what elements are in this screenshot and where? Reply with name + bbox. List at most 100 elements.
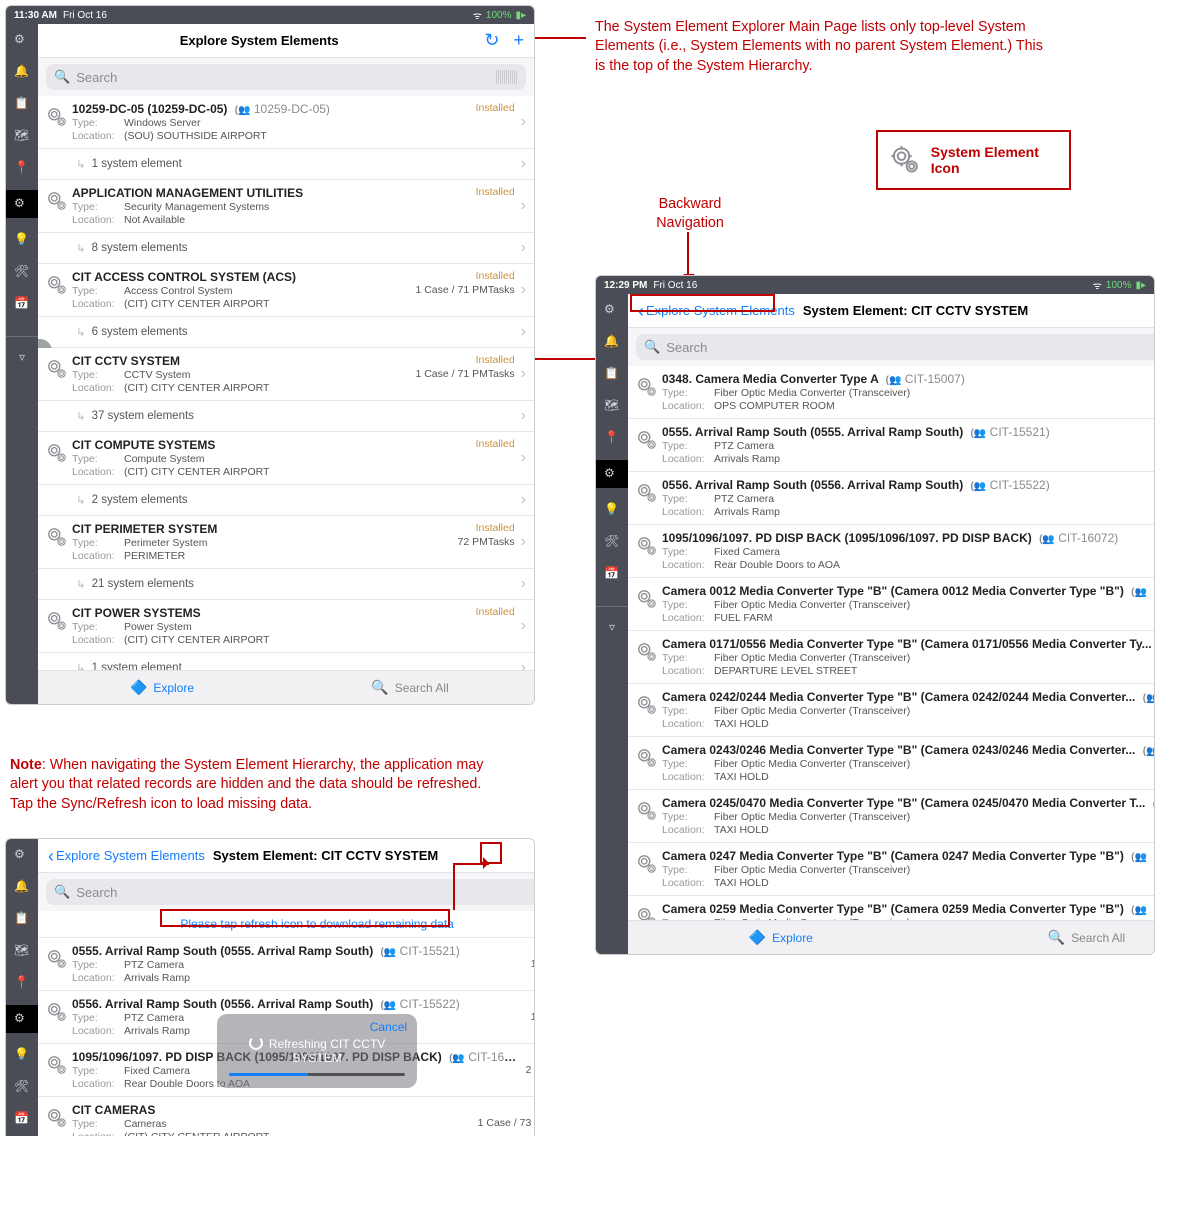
gears-icon [632, 425, 662, 451]
back-button[interactable]: ‹Explore System Elements [48, 847, 205, 865]
child-elements-row[interactable]: ↳ 6 system elements › [38, 317, 534, 348]
map-icon[interactable]: 🗺 [12, 126, 32, 146]
child-elements-row[interactable]: ↳ 21 system elements › [38, 569, 534, 600]
calendar-icon[interactable]: 📅 [12, 294, 32, 314]
list-item[interactable]: Camera 0247 Media Converter Type "B" (Ca… [628, 843, 1155, 896]
hook-icon: ↳ [76, 157, 86, 171]
clipboard-icon[interactable]: 📋 [12, 909, 32, 929]
list-item[interactable]: 0555. Arrival Ramp South (0555. Arrival … [38, 938, 535, 991]
map-icon[interactable]: 🗺 [12, 941, 32, 961]
list-item[interactable]: 10259-DC-05 (10259-DC-05) (👥 10259-DC-05… [38, 96, 534, 149]
gear-icon[interactable]: ⚙ [12, 845, 32, 865]
item-code: CIT-16072) [1058, 531, 1118, 545]
search-all-button[interactable]: 🔍Search All [934, 929, 1155, 946]
clipboard-icon[interactable]: 📋 [12, 94, 32, 114]
item-type: Access Control System [124, 285, 409, 297]
gears-icon [632, 796, 662, 822]
gears-icon [632, 531, 662, 557]
child-elements-row[interactable]: ↳ 37 system elements › [38, 401, 534, 432]
item-location: Arrivals Ramp [124, 972, 525, 984]
chevron-right-icon: › [521, 659, 526, 670]
list-item[interactable]: 0556. Arrival Ramp South (0556. Arrival … [628, 472, 1155, 525]
bell-icon[interactable]: 🔔 [12, 62, 32, 82]
status-badge: Installed [476, 606, 515, 618]
bulb-icon[interactable]: 💡 [12, 230, 32, 250]
pin-icon[interactable]: 📍 [12, 973, 32, 993]
item-location: (SOU) SOUTHSIDE AIRPORT [124, 130, 470, 142]
barcode-icon[interactable] [496, 70, 518, 84]
cancel-button[interactable]: Cancel [370, 1020, 407, 1034]
battery-icon: ▮▸ [515, 10, 526, 21]
item-type: Perimeter System [124, 537, 451, 549]
funnel-icon[interactable]: ▿ [12, 347, 32, 367]
item-title: Camera 0012 Media Converter Type "B" (Ca… [662, 584, 1155, 598]
list-item[interactable]: 0348. Camera Media Converter Type A (👥 C… [628, 366, 1155, 419]
search-all-button[interactable]: 🔍Search All [286, 679, 534, 696]
gears-icon[interactable]: ⚙ [596, 460, 628, 488]
legend-system-element-icon: System Element Icon [876, 130, 1071, 190]
status-badge: Installed [476, 354, 515, 366]
gear-icon[interactable]: ⚙ [602, 300, 622, 320]
child-elements-row[interactable]: ↳ 1 system element › [38, 149, 534, 180]
clipboard-icon[interactable]: 📋 [602, 364, 622, 384]
list-item[interactable]: Camera 0012 Media Converter Type "B" (Ca… [628, 578, 1155, 631]
list-item[interactable]: APPLICATION MANAGEMENT UTILITIES Type:Se… [38, 180, 534, 233]
child-elements-row[interactable]: ↳ 8 system elements › [38, 233, 534, 264]
item-title: CIT CCTV SYSTEM [72, 354, 409, 368]
bulb-icon[interactable]: 💡 [12, 1045, 32, 1065]
child-count: 2 system elements [92, 494, 188, 506]
bell-icon[interactable]: 🔔 [12, 877, 32, 897]
arrow-seg-v [453, 863, 455, 910]
hook-icon: ↳ [76, 661, 86, 670]
item-title: 0555. Arrival Ramp South (0555. Arrival … [72, 944, 525, 958]
chevron-right-icon: › [521, 113, 526, 131]
list-item[interactable]: Camera 0259 Media Converter Type "B" (Ca… [628, 896, 1155, 920]
pin-icon[interactable]: 📍 [12, 158, 32, 178]
item-title: 0556. Arrival Ramp South (0556. Arrival … [662, 478, 1155, 492]
list-item[interactable]: CIT CCTV SYSTEM Type:CCTV System Locatio… [38, 348, 534, 401]
search-bar[interactable]: 🔍 Search [46, 879, 535, 905]
calendar-icon[interactable]: 📅 [602, 564, 622, 584]
list-item[interactable]: Camera 0171/0556 Media Converter Type "B… [628, 631, 1155, 684]
add-icon[interactable]: + [513, 30, 524, 51]
list-item[interactable]: Camera 0245/0470 Media Converter Type "B… [628, 790, 1155, 843]
navbar: ‹Explore System Elements System Element:… [38, 839, 535, 873]
page-title: System Element: CIT CCTV SYSTEM [803, 303, 1155, 318]
list-item[interactable]: Camera 0242/0244 Media Converter Type "B… [628, 684, 1155, 737]
child-elements-row[interactable]: ↳ 1 system element › [38, 653, 534, 670]
label-location: Location: [72, 214, 124, 226]
tools-icon[interactable]: 🛠 [12, 1077, 32, 1097]
list-item[interactable]: CIT CAMERAS Type:Cameras Location:(CIT) … [38, 1097, 535, 1136]
bulb-icon[interactable]: 💡 [602, 500, 622, 520]
list-item[interactable]: CIT PERIMETER SYSTEM Type:Perimeter Syst… [38, 516, 534, 569]
list-item[interactable]: 1095/1096/1097. PD DISP BACK (1095/1096/… [628, 525, 1155, 578]
child-elements-row[interactable]: ↳ 2 system elements › [38, 485, 534, 516]
list-item[interactable]: 0555. Arrival Ramp South (0555. Arrival … [628, 419, 1155, 472]
gear-icon[interactable]: ⚙ [12, 30, 32, 50]
label-type: Type: [662, 546, 714, 558]
label-location: Location: [72, 550, 124, 562]
chevron-right-icon: › [521, 617, 526, 635]
map-icon[interactable]: 🗺 [602, 396, 622, 416]
list-item[interactable]: Camera 0243/0246 Media Converter Type "B… [628, 737, 1155, 790]
calendar-icon[interactable]: 📅 [12, 1109, 32, 1129]
label-type: Type: [72, 369, 124, 381]
explore-button[interactable]: 🔷Explore [38, 679, 286, 696]
bell-icon[interactable]: 🔔 [602, 332, 622, 352]
refresh-icon[interactable]: ↻ [484, 30, 499, 51]
search-bar[interactable]: 🔍 Search [46, 64, 526, 90]
gears-icon[interactable]: ⚙ [6, 1005, 38, 1033]
tools-icon[interactable]: 🛠 [602, 532, 622, 552]
list-item[interactable]: CIT POWER SYSTEMS Type:Power System Loca… [38, 600, 534, 653]
search-bar[interactable]: 🔍 Search [636, 334, 1155, 360]
list-item[interactable]: CIT COMPUTE SYSTEMS Type:Compute System … [38, 432, 534, 485]
explore-button[interactable]: 🔷Explore [628, 929, 934, 946]
item-meta: 1 Case / 71 PMTasks [415, 284, 514, 296]
tools-icon[interactable]: 🛠 [12, 262, 32, 282]
label-location: Location: [662, 612, 714, 624]
item-type: Power System [124, 621, 470, 633]
gears-icon[interactable]: ⚙ [6, 190, 38, 218]
pin-icon[interactable]: 📍 [602, 428, 622, 448]
list-item[interactable]: CIT ACCESS CONTROL SYSTEM (ACS) Type:Acc… [38, 264, 534, 317]
funnel-icon[interactable]: ▿ [602, 617, 622, 637]
